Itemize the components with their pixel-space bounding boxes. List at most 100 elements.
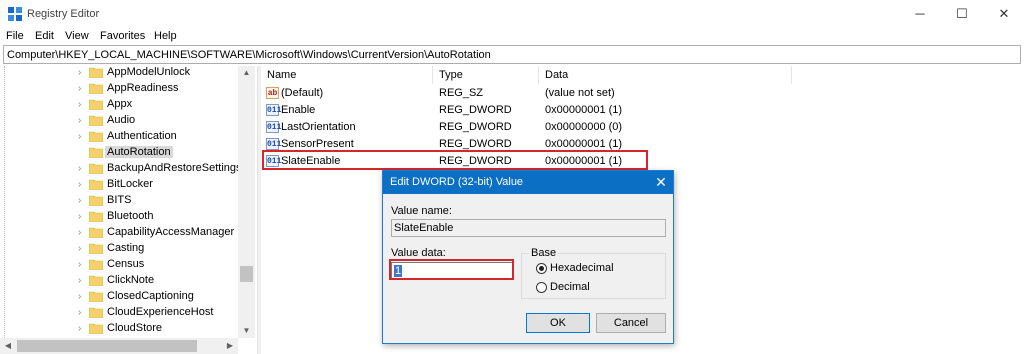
binary-value-icon: 011	[266, 138, 282, 150]
column-header-type[interactable]: Type	[433, 66, 539, 84]
folder-icon	[89, 115, 103, 126]
tree-item[interactable]: › ClosedCaptioning	[0, 289, 238, 305]
menu-view[interactable]: View	[65, 30, 89, 42]
tree-item-label: Authentication	[107, 130, 177, 142]
chevron-right-icon[interactable]: ›	[78, 244, 86, 254]
chevron-right-icon[interactable]: ›	[78, 84, 86, 94]
decimal-radio[interactable]	[536, 282, 547, 293]
chevron-right-icon[interactable]: ›	[78, 276, 86, 286]
tree-item[interactable]: › CloudStore	[0, 321, 238, 337]
value-row[interactable]: 011 Enable REG_DWORD 0x00000001 (1)	[261, 102, 761, 119]
tree-item-label: Appx	[107, 98, 133, 110]
chevron-right-icon[interactable]: ›	[78, 132, 86, 142]
menu-help[interactable]: Help	[154, 30, 177, 42]
tree-item[interactable]: › CloudExperienceHost	[0, 305, 238, 321]
tree-item[interactable]: › Authentication	[0, 129, 238, 145]
chevron-right-icon[interactable]: ›	[78, 308, 86, 318]
tree-item-label: Bluetooth	[107, 210, 154, 222]
tree-item-label: CloudStore	[107, 322, 163, 334]
folder-icon	[89, 211, 103, 222]
chevron-right-icon[interactable]: ›	[78, 196, 86, 206]
value-type: REG_DWORD	[439, 138, 512, 150]
tree-item[interactable]: › AppReadiness	[0, 81, 238, 97]
tree-item-label: AutoRotation	[105, 146, 173, 158]
value-data: 0x00000001 (1)	[545, 104, 623, 116]
ok-button[interactable]: OK	[526, 313, 590, 333]
column-header-data[interactable]: Data	[539, 66, 792, 84]
chevron-right-icon[interactable]: ›	[78, 292, 86, 302]
value-name: (Default)	[281, 87, 324, 99]
tree-horizontal-scroll-thumb[interactable]	[17, 340, 197, 352]
folder-icon	[89, 227, 103, 238]
tree-item[interactable]: › BitLocker	[0, 177, 238, 193]
folder-icon	[89, 99, 103, 110]
tree-item[interactable]: › AppModelUnlock	[0, 66, 238, 81]
tree-item[interactable]: › Casting	[0, 241, 238, 257]
scroll-right-icon[interactable]: ▶	[226, 342, 234, 350]
title-bar: Registry Editor ─ ☐ ✕	[0, 0, 1024, 28]
menu-bar: File Edit View Favorites Help	[0, 28, 1024, 45]
dialog-title: Edit DWORD (32-bit) Value	[390, 176, 524, 188]
hexadecimal-radio[interactable]	[536, 263, 547, 274]
folder-icon	[89, 243, 103, 254]
scroll-up-icon[interactable]: ▲	[242, 69, 251, 77]
folder-icon	[89, 163, 103, 174]
scroll-left-icon[interactable]: ◀	[4, 342, 12, 350]
address-bar[interactable]: Computer\HKEY_LOCAL_MACHINE\SOFTWARE\Mic…	[3, 45, 1021, 64]
decimal-label[interactable]: Decimal	[550, 281, 590, 293]
key-tree: › AppModelUnlock › AppReadiness › Appx › Audio ›…	[0, 66, 257, 354]
minimize-button[interactable]: ─	[900, 0, 940, 28]
tree-item[interactable]: › ClickNote	[0, 273, 238, 289]
tree-item[interactable]: › Census	[0, 257, 238, 273]
menu-favorites[interactable]: Favorites	[100, 30, 145, 42]
tree-item[interactable]: › Audio	[0, 113, 238, 129]
registry-editor-icon	[8, 7, 22, 21]
close-window-button[interactable]: ✕	[984, 0, 1024, 28]
hexadecimal-label[interactable]: Hexadecimal	[550, 262, 614, 274]
cancel-button[interactable]: Cancel	[596, 313, 666, 333]
tree-horizontal-scrollbar[interactable]: ◀ ▶	[0, 338, 238, 354]
column-header-name[interactable]: Name	[261, 66, 433, 84]
chevron-right-icon[interactable]: ›	[78, 100, 86, 110]
folder-icon	[89, 195, 103, 206]
tree-item[interactable]: AutoRotation	[0, 145, 238, 161]
value-type: REG_DWORD	[439, 121, 512, 133]
chevron-right-icon[interactable]: ›	[78, 212, 86, 222]
scroll-down-icon[interactable]: ▼	[242, 327, 251, 335]
binary-value-icon: 011	[266, 121, 282, 133]
tree-vertical-scroll-thumb[interactable]	[240, 266, 253, 282]
dialog-close-icon[interactable]: ✕	[653, 174, 669, 190]
folder-icon	[89, 179, 103, 190]
tree-item-label: BITS	[107, 194, 132, 206]
folder-icon	[89, 307, 103, 318]
tree-item[interactable]: › CapabilityAccessManager	[0, 225, 238, 241]
menu-file[interactable]: File	[6, 30, 24, 42]
tree-item[interactable]: › Bluetooth	[0, 209, 238, 225]
chevron-right-icon[interactable]: ›	[78, 260, 86, 270]
menu-edit[interactable]: Edit	[35, 30, 54, 42]
chevron-right-icon[interactable]: ›	[78, 228, 86, 238]
chevron-right-icon[interactable]: ›	[78, 164, 86, 174]
maximize-button[interactable]: ☐	[942, 0, 982, 28]
tree-item-label: CapabilityAccessManager	[107, 226, 235, 238]
value-data-label: Value data:	[391, 247, 446, 259]
value-row[interactable]: 011 LastOrientation REG_DWORD 0x00000000 (0…	[261, 119, 761, 136]
string-value-icon: ab	[266, 87, 279, 99]
folder-icon	[89, 147, 103, 158]
value-data-highlight-box	[389, 259, 514, 280]
address-path: Computer\HKEY_LOCAL_MACHINE\SOFTWARE\Mic…	[7, 49, 491, 61]
tree-item[interactable]: › BITS	[0, 193, 238, 209]
chevron-right-icon[interactable]: ›	[78, 324, 86, 334]
dialog-title-bar: Edit DWORD (32-bit) Value ✕	[383, 171, 673, 194]
tree-vertical-scrollbar[interactable]: ▲ ▼	[238, 66, 255, 338]
folder-icon	[89, 131, 103, 142]
chevron-right-icon[interactable]: ›	[78, 68, 86, 78]
value-name: SensorPresent	[281, 138, 354, 150]
value-name-label: Value name:	[391, 205, 452, 217]
value-row[interactable]: ab (Default) REG_SZ (value not set)	[261, 85, 761, 102]
tree-item[interactable]: › BackupAndRestoreSettings	[0, 161, 242, 177]
tree-item[interactable]: › Appx	[0, 97, 238, 113]
tree-item-label: CloudExperienceHost	[107, 306, 214, 318]
chevron-right-icon[interactable]: ›	[78, 180, 86, 190]
chevron-right-icon[interactable]: ›	[78, 116, 86, 126]
